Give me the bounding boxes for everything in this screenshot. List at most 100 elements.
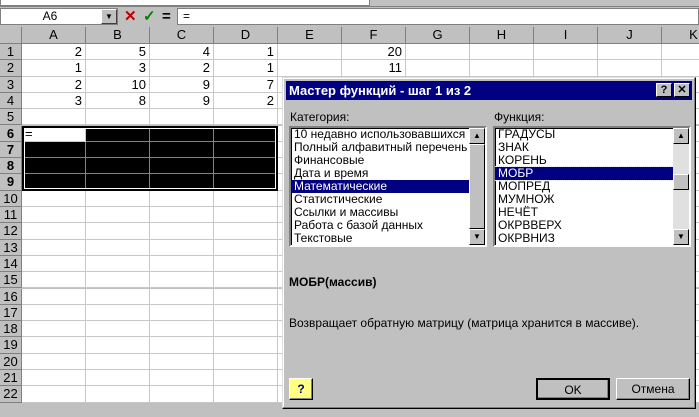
close-icon[interactable]: ✕: [674, 83, 690, 97]
cell-A14[interactable]: [22, 255, 86, 273]
formula-input[interactable]: =: [177, 8, 699, 25]
row-header-20[interactable]: 20: [0, 353, 22, 370]
cell-D18[interactable]: [214, 321, 278, 338]
cell-B10[interactable]: [86, 190, 150, 207]
row-header-21[interactable]: 21: [0, 370, 22, 387]
ok-button[interactable]: OK: [536, 378, 610, 400]
cell-D3[interactable]: 7: [214, 76, 278, 93]
cell-D21[interactable]: [214, 370, 278, 387]
cell-C16[interactable]: [150, 288, 214, 305]
row-header-1[interactable]: 1: [0, 44, 22, 61]
column-header-C[interactable]: C: [150, 27, 214, 44]
cell-A11[interactable]: [22, 207, 86, 224]
cell-C2[interactable]: 2: [150, 60, 214, 77]
row-header-4[interactable]: 4: [0, 92, 22, 110]
cell-C14[interactable]: [150, 255, 214, 273]
cancel-button[interactable]: Отмена: [616, 378, 690, 400]
cell-A21[interactable]: [22, 370, 86, 387]
cell-D11[interactable]: [214, 207, 278, 224]
cell-D13[interactable]: [214, 239, 278, 256]
cell-C22[interactable]: [150, 386, 214, 403]
cell-D15[interactable]: [214, 272, 278, 289]
cell-K2[interactable]: [662, 60, 699, 77]
cell-A15[interactable]: [22, 272, 86, 289]
column-header-A[interactable]: A: [22, 27, 86, 44]
cell-C18[interactable]: [150, 321, 214, 338]
cell-A17[interactable]: [22, 304, 86, 322]
scroll-up-icon[interactable]: ▲: [673, 128, 689, 144]
row-header-7[interactable]: 7: [0, 141, 22, 159]
cell-A10[interactable]: [22, 190, 86, 207]
cell-B22[interactable]: [86, 386, 150, 403]
cell-B4[interactable]: 8: [86, 92, 150, 110]
cell-B17[interactable]: [86, 304, 150, 322]
cell-C10[interactable]: [150, 190, 214, 207]
column-header-I[interactable]: I: [534, 27, 598, 44]
category-item[interactable]: Текстовые: [291, 232, 469, 245]
edit-formula-button[interactable]: =: [162, 8, 171, 25]
column-header-B[interactable]: B: [86, 27, 150, 44]
cell-D1[interactable]: 1: [214, 44, 278, 61]
cell-B16[interactable]: [86, 288, 150, 305]
office-assistant-help-icon[interactable]: ?: [289, 378, 313, 400]
cell-A2[interactable]: 1: [22, 60, 86, 77]
cell-F2[interactable]: 11: [342, 60, 406, 77]
row-header-18[interactable]: 18: [0, 321, 22, 338]
column-header-H[interactable]: H: [470, 27, 534, 44]
cell-A18[interactable]: [22, 321, 86, 338]
cell-C4[interactable]: 9: [150, 92, 214, 110]
cell-A12[interactable]: [22, 223, 86, 240]
cell-B18[interactable]: [86, 321, 150, 338]
cell-A3[interactable]: 2: [22, 76, 86, 93]
row-header-8[interactable]: 8: [0, 158, 22, 175]
column-header-J[interactable]: J: [598, 27, 662, 44]
cell-H2[interactable]: [470, 60, 534, 77]
column-header-F[interactable]: F: [342, 27, 406, 44]
cell-C19[interactable]: [150, 337, 214, 354]
cell-G1[interactable]: [406, 44, 470, 61]
cell-G2[interactable]: [406, 60, 470, 77]
cell-D4[interactable]: 2: [214, 92, 278, 110]
cell-B11[interactable]: [86, 207, 150, 224]
row-header-16[interactable]: 16: [0, 288, 22, 305]
cell-C3[interactable]: 9: [150, 76, 214, 93]
cell-C12[interactable]: [150, 223, 214, 240]
scroll-up-icon[interactable]: ▲: [469, 128, 485, 144]
scroll-down-icon[interactable]: ▼: [469, 229, 485, 245]
scroll-down-icon[interactable]: ▼: [673, 229, 689, 245]
row-header-9[interactable]: 9: [0, 174, 22, 191]
row-header-15[interactable]: 15: [0, 272, 22, 289]
function-scrollbar[interactable]: ▲ ▼: [673, 128, 689, 245]
row-header-19[interactable]: 19: [0, 337, 22, 354]
column-header-K[interactable]: K: [662, 27, 699, 44]
cell-F1[interactable]: 20: [342, 44, 406, 61]
cell-D10[interactable]: [214, 190, 278, 207]
row-header-6[interactable]: 6: [0, 125, 22, 142]
column-header-E[interactable]: E: [278, 27, 342, 44]
cell-D12[interactable]: [214, 223, 278, 240]
cell-A13[interactable]: [22, 239, 86, 256]
column-header-G[interactable]: G: [406, 27, 470, 44]
row-header-12[interactable]: 12: [0, 223, 22, 240]
cell-B21[interactable]: [86, 370, 150, 387]
cell-D16[interactable]: [214, 288, 278, 305]
cell-E2[interactable]: [278, 60, 342, 77]
cell-A20[interactable]: [22, 353, 86, 370]
function-item[interactable]: ОКРВНИЗ: [495, 232, 673, 245]
cell-D22[interactable]: [214, 386, 278, 403]
toolbar-field[interactable]: [0, 0, 370, 6]
name-box-dropdown-icon[interactable]: ▼: [101, 9, 117, 24]
category-list[interactable]: ▲ ▼ 10 недавно использовавшихся Полный ал…: [289, 126, 487, 247]
cell-D17[interactable]: [214, 304, 278, 322]
row-header-14[interactable]: 14: [0, 255, 22, 273]
cell-B1[interactable]: 5: [86, 44, 150, 61]
scroll-thumb[interactable]: [469, 144, 485, 229]
cell-B20[interactable]: [86, 353, 150, 370]
row-header-13[interactable]: 13: [0, 239, 22, 256]
cell-C17[interactable]: [150, 304, 214, 322]
cell-B2[interactable]: 3: [86, 60, 150, 77]
enter-check-icon[interactable]: ✓: [143, 8, 156, 25]
cell-C1[interactable]: 4: [150, 44, 214, 61]
scroll-thumb[interactable]: [673, 174, 689, 190]
row-header-5[interactable]: 5: [0, 109, 22, 126]
